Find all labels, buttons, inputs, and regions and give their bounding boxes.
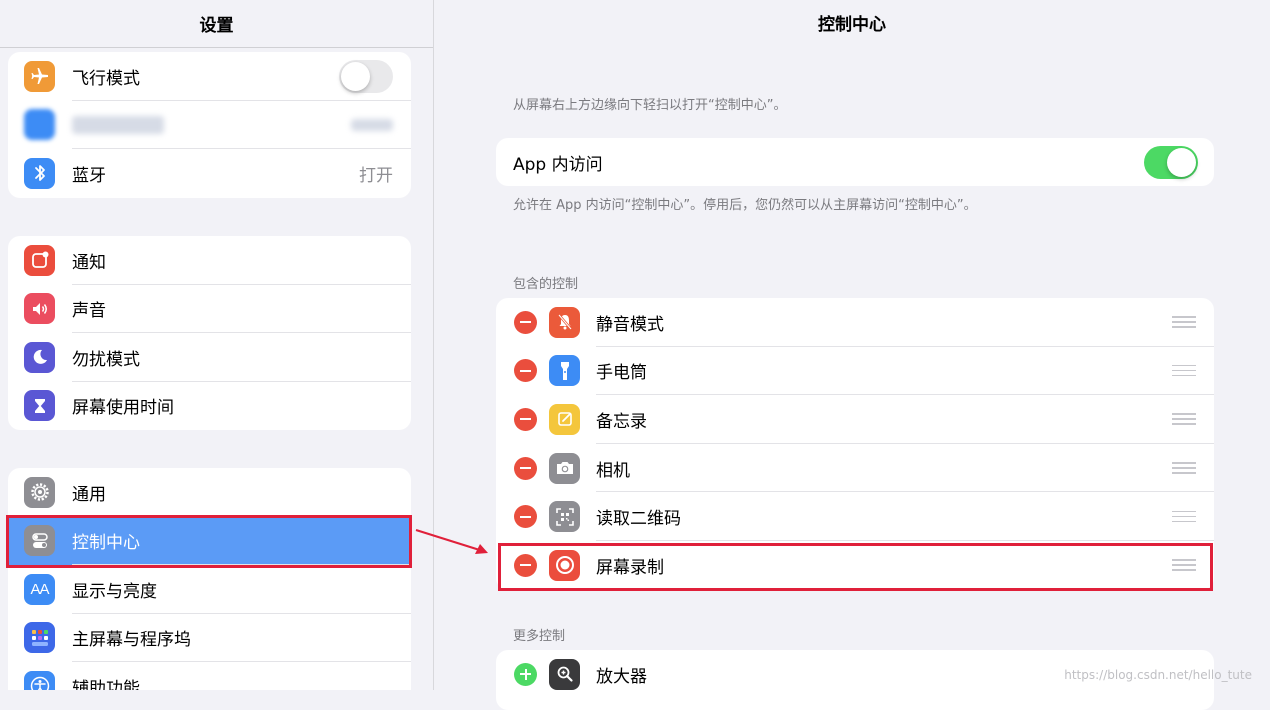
control-label: 读取二维码 bbox=[596, 509, 681, 530]
control-row-flashlight[interactable]: 手电筒 bbox=[496, 347, 1214, 396]
remove-control-button[interactable] bbox=[514, 407, 537, 431]
sidebar-item-label: 飞行模式 bbox=[72, 68, 140, 89]
sidebar-item-screen-time[interactable]: 屏幕使用时间 bbox=[8, 382, 411, 431]
speaker-icon bbox=[24, 293, 55, 325]
airplane-icon bbox=[24, 60, 55, 92]
gear-icon bbox=[24, 476, 55, 508]
sidebar-item-bluetooth[interactable]: 蓝牙 打开 bbox=[8, 149, 411, 198]
control-label: 备忘录 bbox=[596, 411, 647, 432]
sidebar-item-sounds[interactable]: 声音 bbox=[8, 285, 411, 334]
sidebar-item-accessibility[interactable]: 辅助功能 bbox=[8, 662, 411, 690]
control-row-silent-mode[interactable]: 静音模式 bbox=[496, 298, 1214, 347]
remove-control-button[interactable] bbox=[514, 505, 537, 529]
sidebar-item-label: 辅助功能 bbox=[72, 678, 140, 690]
sidebar-item-wifi[interactable] bbox=[8, 101, 411, 150]
wifi-icon bbox=[24, 109, 55, 141]
highlight-box-screen-recording bbox=[498, 543, 1213, 591]
remove-control-button[interactable] bbox=[514, 456, 537, 480]
magnifier-icon bbox=[549, 658, 580, 690]
sidebar-item-label: 主屏幕与程序坞 bbox=[72, 630, 191, 651]
app-access-toggle[interactable] bbox=[1144, 145, 1198, 179]
sidebar-item-label: 蓝牙 bbox=[72, 165, 106, 186]
airplane-mode-toggle[interactable] bbox=[339, 59, 393, 93]
accessibility-icon bbox=[24, 670, 55, 690]
home-grid-icon bbox=[24, 622, 55, 654]
more-controls-header: 更多控制 bbox=[513, 629, 566, 644]
bell-slash-icon bbox=[549, 306, 580, 338]
text-size-icon: AA bbox=[24, 573, 55, 605]
control-label: 静音模式 bbox=[596, 314, 664, 335]
blurred-network-value bbox=[351, 118, 393, 131]
watermark: https://blog.csdn.net/hello_tute bbox=[1064, 668, 1252, 682]
add-control-button[interactable] bbox=[514, 662, 537, 686]
bluetooth-icon bbox=[24, 157, 55, 189]
control-row-qr-reader[interactable]: 读取二维码 bbox=[496, 492, 1214, 541]
sidebar-item-airplane-mode[interactable]: 飞行模式 bbox=[8, 52, 411, 101]
reorder-handle[interactable] bbox=[1172, 462, 1196, 474]
remove-control-button[interactable] bbox=[514, 359, 537, 383]
sidebar-header: 设置 bbox=[0, 0, 433, 48]
settings-sidebar: 设置 飞行模式 蓝牙 打开 通知 声音 勿扰模式 屏幕使用时间 通用 控制中心 … bbox=[0, 0, 434, 690]
reorder-handle[interactable] bbox=[1172, 510, 1196, 523]
moon-icon bbox=[24, 341, 55, 373]
sidebar-item-do-not-disturb[interactable]: 勿扰模式 bbox=[8, 333, 411, 382]
included-controls-header: 包含的控制 bbox=[513, 277, 579, 292]
app-access-card: App 内访问 bbox=[496, 138, 1214, 186]
sidebar-item-label: 屏幕使用时间 bbox=[72, 398, 174, 419]
sidebar-group-connectivity: 飞行模式 蓝牙 打开 bbox=[8, 52, 411, 198]
reorder-handle[interactable] bbox=[1172, 364, 1196, 377]
notification-icon bbox=[24, 244, 55, 276]
blurred-network-name bbox=[72, 115, 164, 134]
sidebar-item-label: 显示与亮度 bbox=[72, 581, 157, 602]
sidebar-item-general[interactable]: 通用 bbox=[8, 468, 411, 517]
app-access-label: App 内访问 bbox=[513, 154, 603, 175]
sidebar-item-label: 声音 bbox=[72, 301, 106, 322]
flashlight-icon bbox=[549, 355, 580, 387]
app-access-row[interactable]: App 内访问 bbox=[496, 138, 1214, 186]
sidebar-item-label: 通用 bbox=[72, 484, 106, 505]
reorder-handle[interactable] bbox=[1172, 316, 1196, 328]
camera-icon bbox=[549, 452, 580, 484]
highlight-box-control-center bbox=[6, 515, 412, 568]
control-row-notes[interactable]: 备忘录 bbox=[496, 395, 1214, 444]
sidebar-item-home-screen[interactable]: 主屏幕与程序坞 bbox=[8, 614, 411, 663]
main-header: 控制中心 bbox=[434, 0, 1270, 44]
sidebar-item-notifications[interactable]: 通知 bbox=[8, 236, 411, 285]
notes-icon bbox=[549, 403, 580, 435]
sidebar-item-display[interactable]: AA 显示与亮度 bbox=[8, 565, 411, 614]
annotation-arrow bbox=[415, 528, 488, 554]
sidebar-item-label: 勿扰模式 bbox=[72, 349, 140, 370]
qr-code-icon bbox=[549, 501, 580, 533]
swipe-note: 从屏幕右上方边缘向下轻扫以打开“控制中心”。 bbox=[513, 98, 787, 113]
hourglass-icon bbox=[24, 390, 55, 422]
page-title: 控制中心 bbox=[818, 14, 886, 35]
control-label: 相机 bbox=[596, 460, 630, 481]
bluetooth-status: 打开 bbox=[359, 165, 393, 186]
sidebar-group-notifications: 通知 声音 勿扰模式 屏幕使用时间 bbox=[8, 236, 411, 430]
remove-control-button[interactable] bbox=[514, 310, 537, 334]
control-label: 手电筒 bbox=[596, 363, 647, 384]
sidebar-title: 设置 bbox=[199, 16, 234, 36]
reorder-handle[interactable] bbox=[1172, 413, 1196, 425]
sidebar-item-label: 通知 bbox=[72, 252, 106, 273]
sidebar-group-general: 通用 控制中心 AA 显示与亮度 主屏幕与程序坞 辅助功能 bbox=[8, 468, 411, 690]
control-row-camera[interactable]: 相机 bbox=[496, 444, 1214, 493]
app-access-note: 允许在 App 内访问“控制中心”。停用后，您仍然可以从主屏幕访问“控制中心”。 bbox=[513, 198, 977, 213]
